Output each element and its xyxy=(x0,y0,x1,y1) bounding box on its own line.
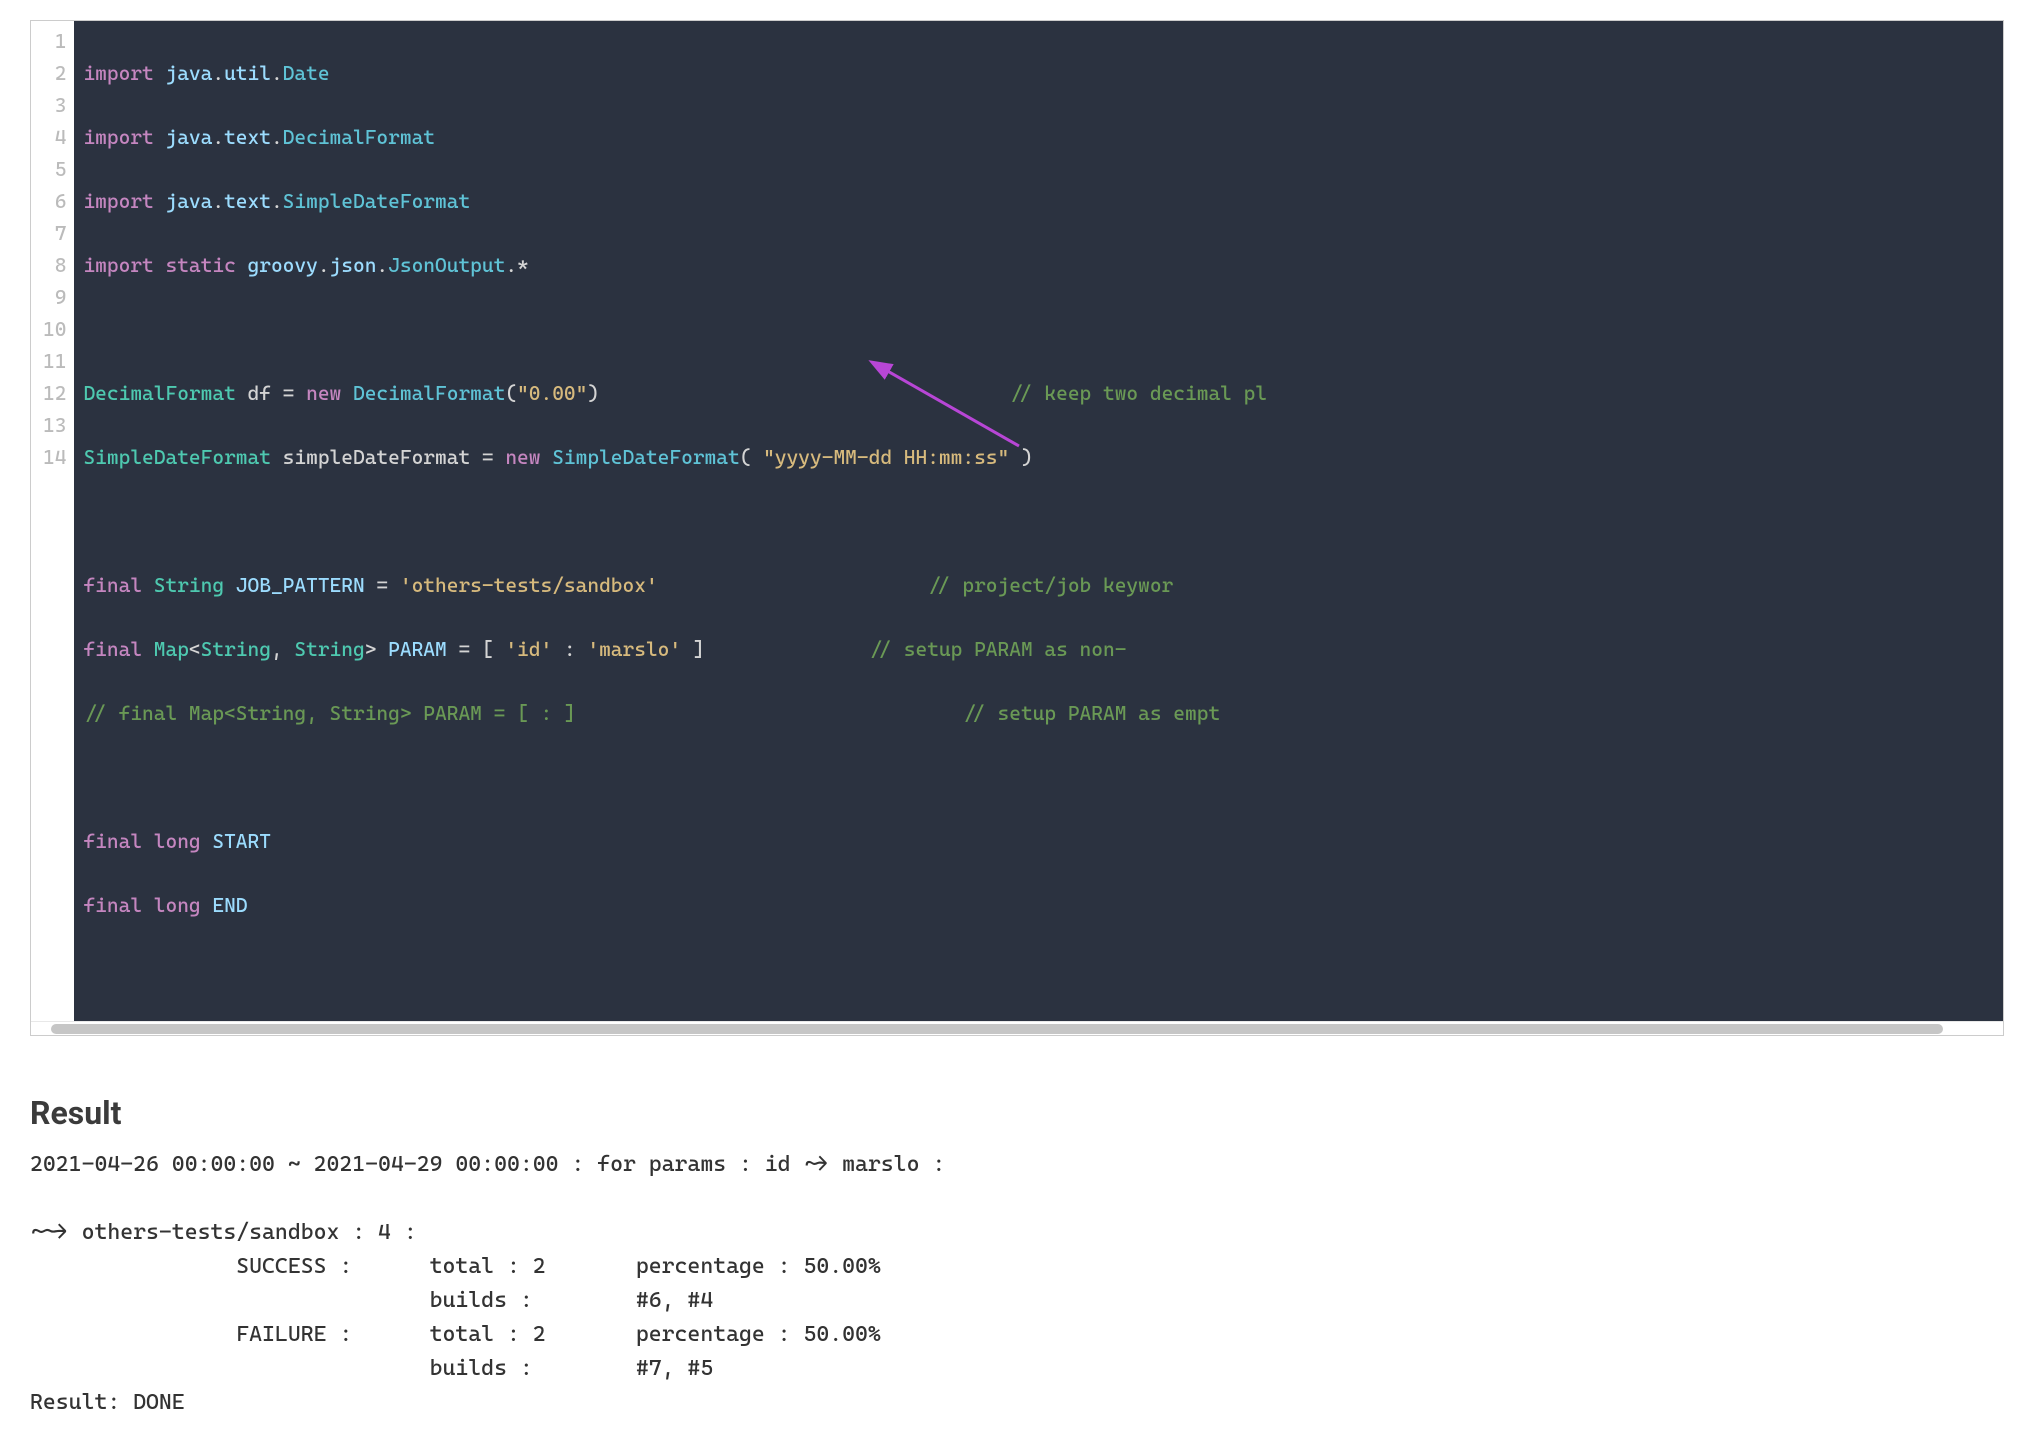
line-number: 2 xyxy=(43,57,66,89)
code-line: DecimalFormat df = new DecimalFormat("0.… xyxy=(83,377,2003,409)
result-heading: Result xyxy=(30,1096,2004,1130)
line-number: 9 xyxy=(43,281,66,313)
line-number: 11 xyxy=(43,345,66,377)
result-line: FAILURE : total : 2 percentage : 50.00% xyxy=(30,1318,2004,1352)
result-section: Result 2021-04-26 00:00:00 ~ 2021-04-29 … xyxy=(30,1096,2004,1420)
result-line: Result: DONE xyxy=(30,1386,2004,1420)
line-number: 3 xyxy=(43,89,66,121)
code-line: final Map<String, String> PARAM = [ 'id'… xyxy=(83,633,2003,665)
line-number: 8 xyxy=(43,249,66,281)
result-line: 2021-04-26 00:00:00 ~ 2021-04-29 00:00:0… xyxy=(30,1148,2004,1182)
line-number: 5 xyxy=(43,153,66,185)
line-number: 1 xyxy=(43,25,66,57)
code-line: import java.text.SimpleDateFormat xyxy=(83,185,2003,217)
annotation-arrow-icon xyxy=(775,329,1029,502)
line-number: 6 xyxy=(43,185,66,217)
result-line: builds : #7, #5 xyxy=(30,1352,2004,1386)
code-line xyxy=(83,313,2003,345)
code-content[interactable]: import java.util.Date import java.text.D… xyxy=(75,21,2003,1021)
line-number: 7 xyxy=(43,217,66,249)
code-line: import java.text.DecimalFormat xyxy=(83,121,2003,153)
result-line: builds : #6, #4 xyxy=(30,1284,2004,1318)
scrollbar-thumb[interactable] xyxy=(51,1024,1943,1034)
line-number: 14 xyxy=(43,441,66,473)
code-line: final long START xyxy=(83,825,2003,857)
line-number: 4 xyxy=(43,121,66,153)
result-line: ~~> others-tests/sandbox : 4 : xyxy=(30,1216,2004,1250)
result-line: SUCCESS : total : 2 percentage : 50.00% xyxy=(30,1250,2004,1284)
code-line: import java.util.Date xyxy=(83,57,2003,89)
line-number-gutter: 1 2 3 4 5 6 7 8 9 10 11 12 13 14 xyxy=(31,21,75,1021)
code-editor[interactable]: 1 2 3 4 5 6 7 8 9 10 11 12 13 14 import … xyxy=(31,21,2003,1021)
code-editor-container: 1 2 3 4 5 6 7 8 9 10 11 12 13 14 import … xyxy=(30,20,2004,1036)
code-line: SimpleDateFormat simpleDateFormat = new … xyxy=(83,441,2003,473)
horizontal-scrollbar[interactable] xyxy=(31,1021,2003,1035)
code-line xyxy=(83,761,2003,793)
line-number: 12 xyxy=(43,377,66,409)
code-line: final long END xyxy=(83,889,2003,921)
code-line xyxy=(83,505,2003,537)
result-line xyxy=(30,1182,2004,1216)
code-line: final String JOB_PATTERN = 'others-tests… xyxy=(83,569,2003,601)
line-number: 13 xyxy=(43,409,66,441)
code-line: import static groovy.json.JsonOutput.* xyxy=(83,249,2003,281)
code-line: // final Map<String, String> PARAM = [ :… xyxy=(83,697,2003,729)
line-number: 10 xyxy=(43,313,66,345)
